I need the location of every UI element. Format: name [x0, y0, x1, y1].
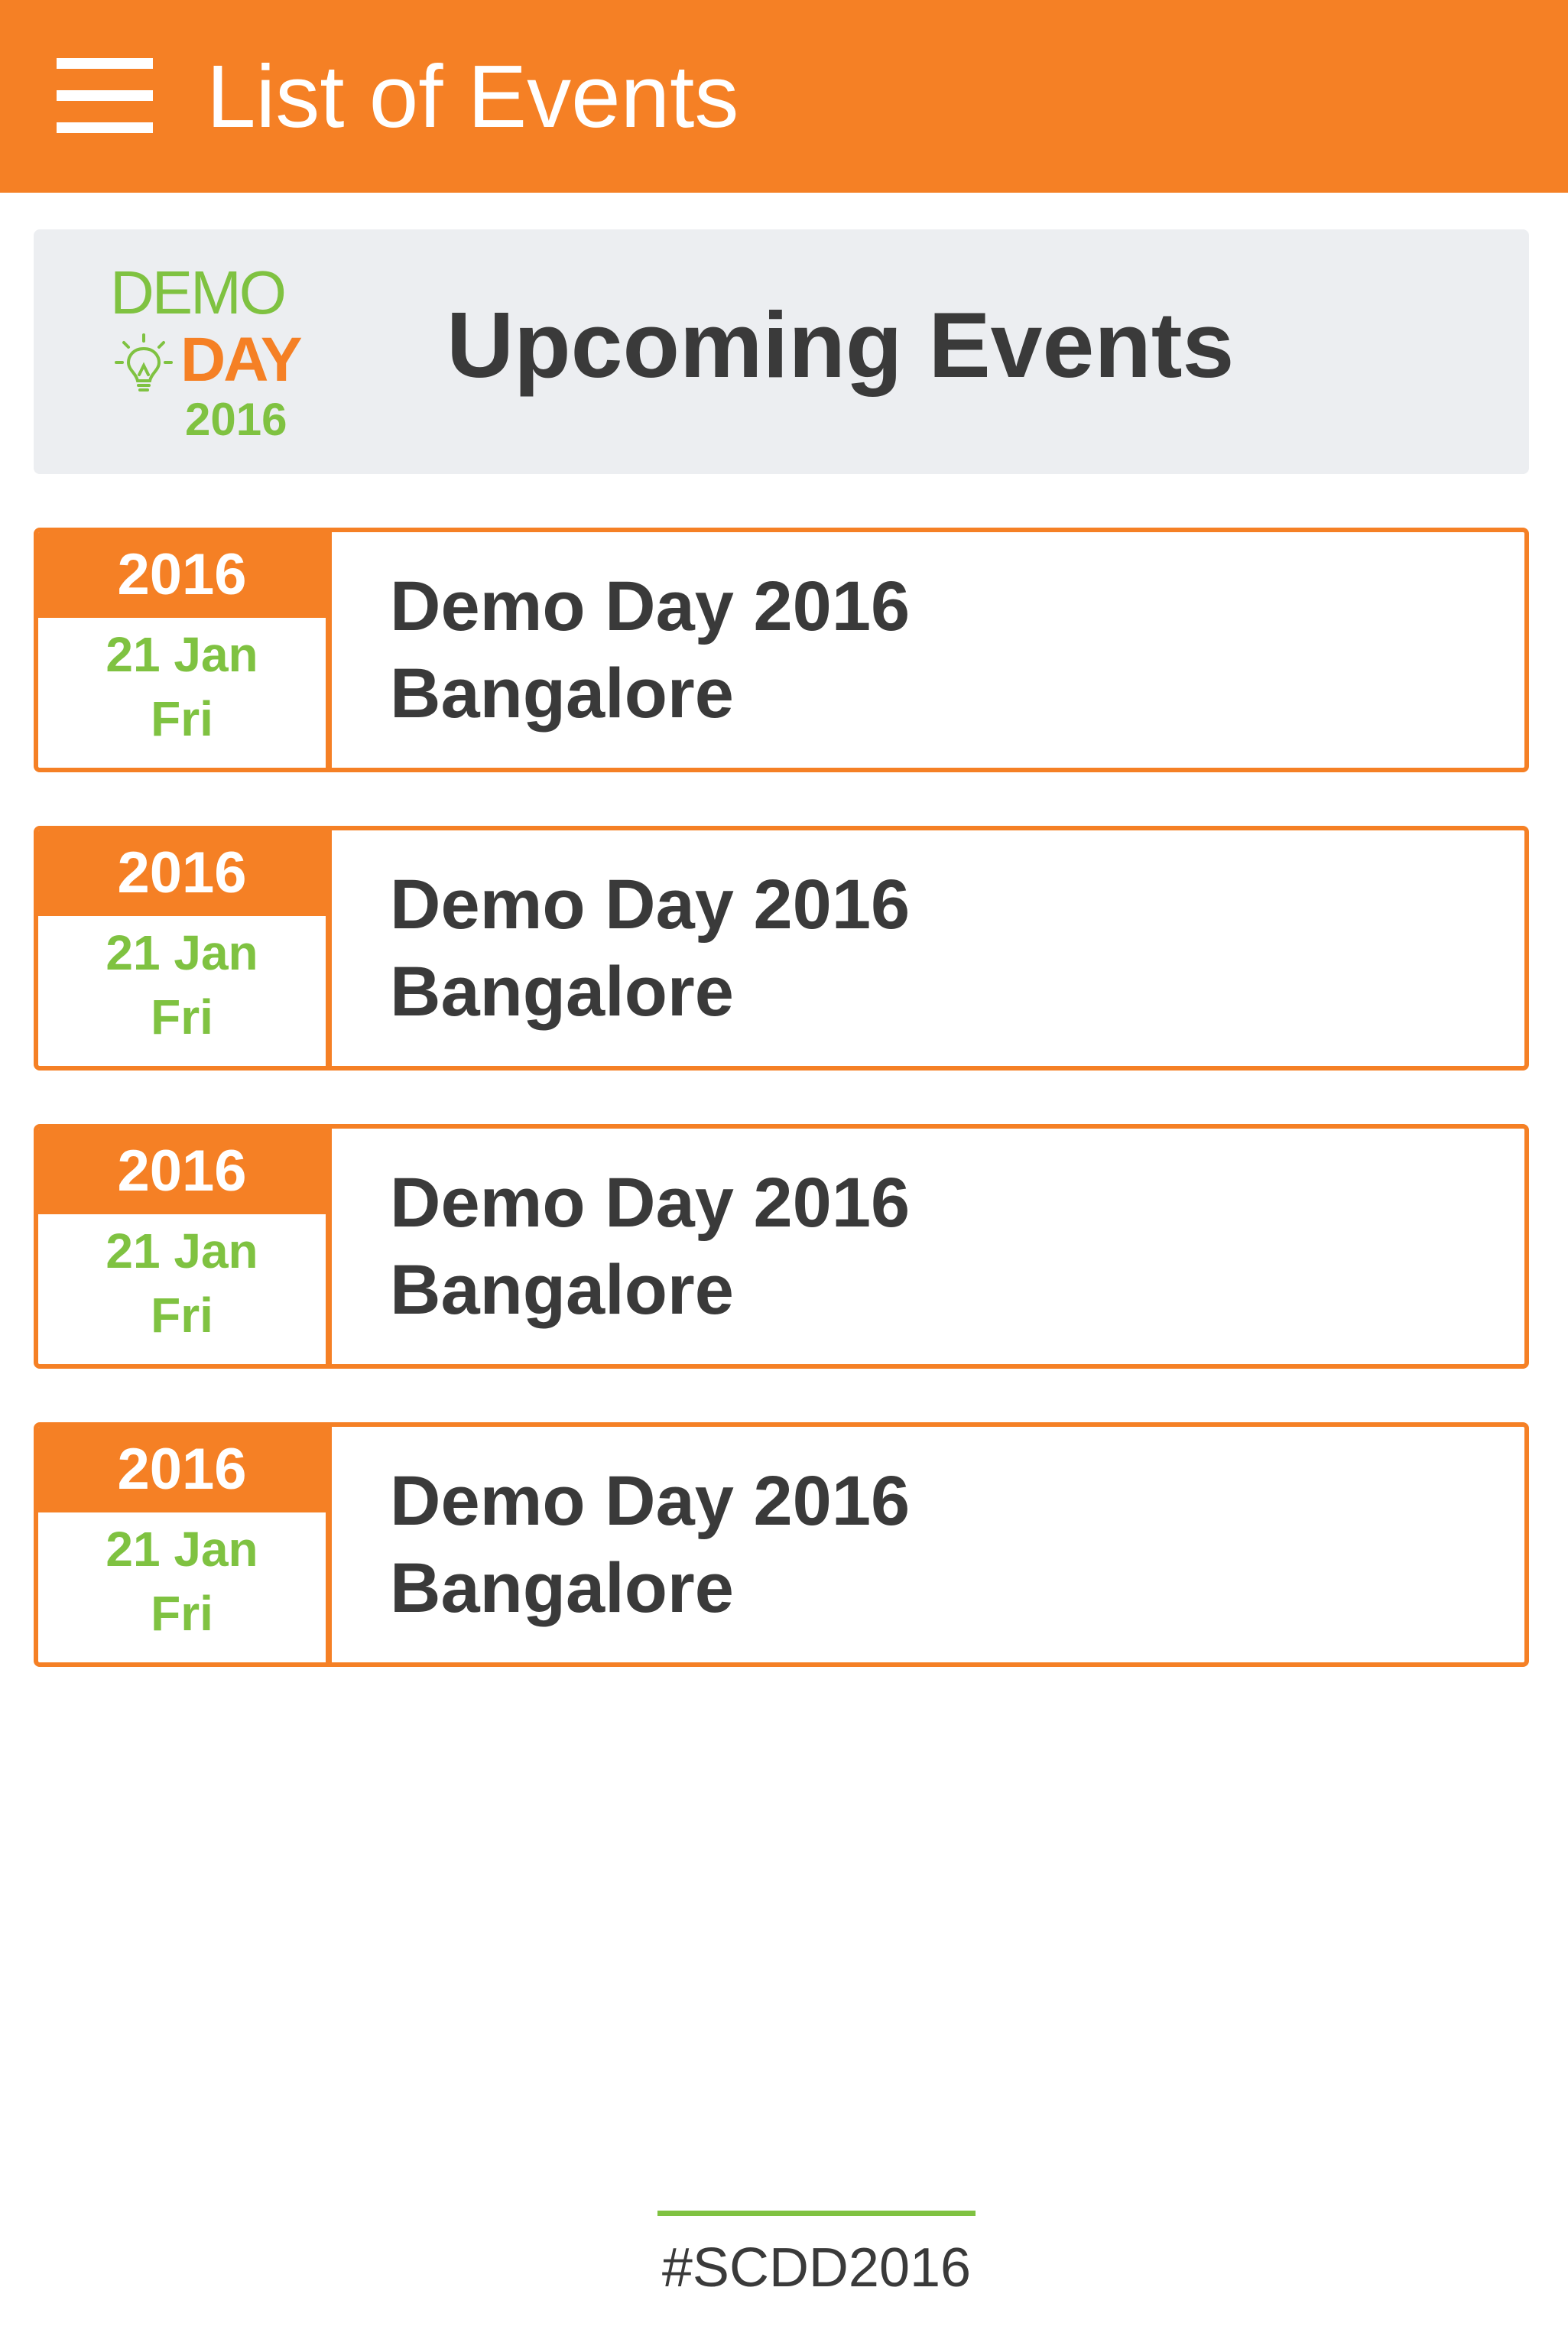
event-weekday: Fri [151, 989, 213, 1045]
event-date-block: 2016 21 Jan Fri [38, 1129, 332, 1364]
event-day: 21 Jan [106, 627, 258, 682]
event-card[interactable]: 2016 21 Jan Fri Demo Day 2016 Bangalore [34, 826, 1529, 1071]
event-card[interactable]: 2016 21 Jan Fri Demo Day 2016 Bangalore [34, 1124, 1529, 1369]
event-weekday: Fri [151, 1288, 213, 1343]
banner-title: Upcoming Events [446, 293, 1235, 397]
demo-day-logo: DEMO DAY 2016 [80, 258, 324, 450]
footer-divider [657, 2211, 976, 2216]
event-weekday: Fri [151, 1586, 213, 1641]
page-title: List of Events [206, 47, 739, 146]
event-year: 2016 [38, 830, 326, 916]
event-day: 21 Jan [106, 1223, 258, 1278]
event-date-block: 2016 21 Jan Fri [38, 532, 332, 768]
logo-text-year: 2016 [185, 394, 287, 445]
event-city: Bangalore [390, 953, 734, 1031]
event-info: Demo Day 2016 Bangalore [390, 1457, 910, 1632]
hamburger-menu-icon[interactable] [47, 52, 156, 141]
event-city: Bangalore [390, 1251, 734, 1329]
logo-text-demo: DEMO [110, 258, 287, 327]
upcoming-events-banner: DEMO DAY 2016 Upcoming Events [34, 229, 1529, 474]
event-name: Demo Day 2016 [390, 567, 911, 645]
menu-bar-top [57, 58, 153, 69]
menu-bar-middle [57, 90, 153, 101]
event-year: 2016 [38, 1129, 326, 1214]
event-day: 21 Jan [106, 925, 258, 980]
event-info: Demo Day 2016 Bangalore [390, 1159, 910, 1334]
event-city: Bangalore [390, 1549, 734, 1627]
lightbulb-icon [115, 333, 173, 392]
event-date-block: 2016 21 Jan Fri [38, 830, 332, 1066]
event-info: Demo Day 2016 Bangalore [390, 861, 910, 1035]
menu-bar-bottom [57, 122, 153, 133]
event-date-block: 2016 21 Jan Fri [38, 1427, 332, 1662]
event-weekday: Fri [151, 691, 213, 746]
event-list: 2016 21 Jan Fri Demo Day 2016 Bangalore … [34, 528, 1529, 1720]
app-screen: List of Events DEMO DAY 2016 Upcoming Ev… [0, 0, 1568, 2349]
event-day: 21 Jan [106, 1522, 258, 1577]
logo-text-day: DAY [180, 325, 303, 395]
event-name: Demo Day 2016 [390, 1462, 911, 1540]
event-city: Bangalore [390, 655, 734, 733]
event-card[interactable]: 2016 21 Jan Fri Demo Day 2016 Bangalore [34, 1422, 1529, 1667]
event-info: Demo Day 2016 Bangalore [390, 563, 910, 737]
event-name: Demo Day 2016 [390, 866, 911, 944]
event-name: Demo Day 2016 [390, 1164, 911, 1242]
event-year: 2016 [38, 532, 326, 618]
app-bar: List of Events [0, 0, 1568, 193]
footer-hashtag: #SCDD2016 [661, 2237, 972, 2299]
event-card[interactable]: 2016 21 Jan Fri Demo Day 2016 Bangalore [34, 528, 1529, 772]
event-year: 2016 [38, 1427, 326, 1512]
